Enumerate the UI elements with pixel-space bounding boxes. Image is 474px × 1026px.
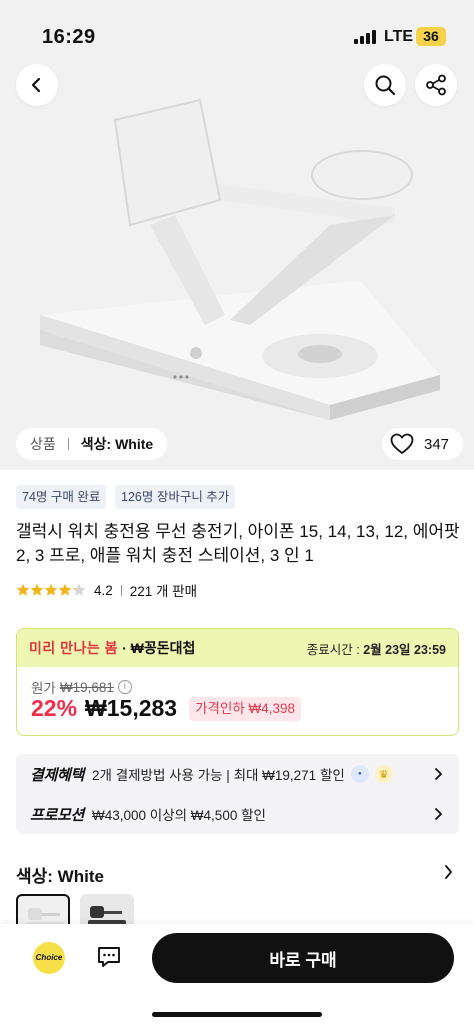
star-half-icon: [72, 583, 86, 596]
payment-benefit-row[interactable]: 결제혜택 2개 결제방법 사용 가능 | 최대 ₩19,271 할인 ● ♛: [30, 763, 444, 785]
deal-tag-event: · ₩꽁돈대첩: [122, 640, 196, 656]
share-button[interactable]: [415, 64, 457, 106]
chat-icon[interactable]: [96, 944, 122, 970]
chevron-right-icon: [435, 808, 442, 820]
variant-value: 색상: White: [80, 436, 154, 452]
discount-percent: 22%: [31, 695, 78, 721]
like-count: 347: [424, 435, 450, 453]
deal-header: 미리 만나는 봄 · ₩꽁돈대첩 종료시간 : 2월 23일 23:59: [17, 629, 458, 667]
product-hero[interactable]: 16:29 LTE 36 상품 색상: White 347: [0, 0, 474, 470]
color-section-label: 색상: White: [16, 867, 104, 886]
divider: [120, 584, 122, 596]
rating-row[interactable]: 4.2 221 개 판매: [16, 580, 197, 600]
battery-indicator: 36: [416, 27, 446, 46]
star-icon: [30, 583, 44, 596]
deal-end-time: 종료시간 : 2월 23일 23:59: [306, 642, 446, 657]
benefits-box: 결제혜택 2개 결제방법 사용 가능 | 최대 ₩19,271 할인 ● ♛ 프…: [16, 754, 459, 834]
star-icon: [16, 583, 30, 596]
price-row: 22% ₩15,283 가격인하 ₩4,398: [31, 695, 302, 722]
product-title: 갤럭시 워치 충전용 무선 충전기, 아이폰 15, 14, 13, 12, 에…: [16, 522, 460, 565]
sale-price: ₩15,283: [85, 695, 178, 721]
chevron-left-icon: [31, 77, 41, 93]
promotion-label: 프로모션: [30, 806, 85, 824]
network-label: LTE: [384, 28, 414, 45]
share-icon: [426, 74, 446, 96]
star-icon: [58, 583, 72, 596]
payment-benefit-text: 2개 결제방법 사용 가능 | 최대 ₩19,271 할인: [92, 768, 345, 783]
variant-category: 상품: [30, 436, 56, 452]
search-button[interactable]: [364, 64, 406, 106]
like-button[interactable]: 347: [382, 428, 464, 460]
coin-logo-icon: ♛: [374, 765, 393, 783]
original-price-row: 원가 ₩19,681 i: [31, 677, 132, 697]
promotion-row[interactable]: 프로모션 ₩43,000 이상의 ₩4,500 할인: [30, 803, 444, 825]
payment-benefit-label: 결제혜택: [30, 766, 85, 784]
deal-box: 미리 만나는 봄 · ₩꽁돈대첩 종료시간 : 2월 23일 23:59 원가 …: [16, 628, 459, 736]
star-icon: [44, 583, 58, 596]
star-rating: [16, 583, 86, 597]
cart-count-tag: 126명 장바구니 추가: [115, 485, 236, 509]
variant-selector[interactable]: 상품 색상: White: [16, 428, 168, 460]
product-image: [40, 99, 440, 420]
promotion-text: ₩43,000 이상의 ₩4,500 할인: [92, 808, 266, 823]
status-bar: 16:29 LTE 36: [0, 0, 474, 60]
original-price-label: 원가: [31, 681, 56, 696]
buy-now-button[interactable]: 바로 구매: [152, 933, 454, 983]
price-drop-badge: 가격인하 ₩4,398: [189, 696, 302, 721]
purchase-count-tag: 74명 구매 완료: [16, 485, 107, 509]
sold-count: 221 개 판매: [129, 584, 198, 599]
status-time: 16:29: [42, 26, 96, 48]
card-logo-icon: ●: [350, 765, 369, 783]
signal-icon: [354, 30, 380, 44]
chevron-right-icon: [435, 768, 442, 780]
back-button[interactable]: [16, 64, 58, 106]
heart-icon: [390, 433, 414, 454]
original-price: ₩19,681: [59, 679, 114, 695]
divider: [67, 438, 69, 450]
choice-badge[interactable]: Choice: [33, 942, 65, 974]
rating-value: 4.2: [94, 582, 113, 598]
info-icon[interactable]: i: [117, 680, 132, 694]
home-indicator: [152, 1012, 322, 1017]
chevron-right-icon[interactable]: [442, 864, 454, 880]
bottom-action-bar: Choice 바로 구매: [0, 924, 474, 1026]
deal-tag-spring: 미리 만나는 봄: [29, 640, 119, 656]
search-icon: [375, 75, 396, 96]
